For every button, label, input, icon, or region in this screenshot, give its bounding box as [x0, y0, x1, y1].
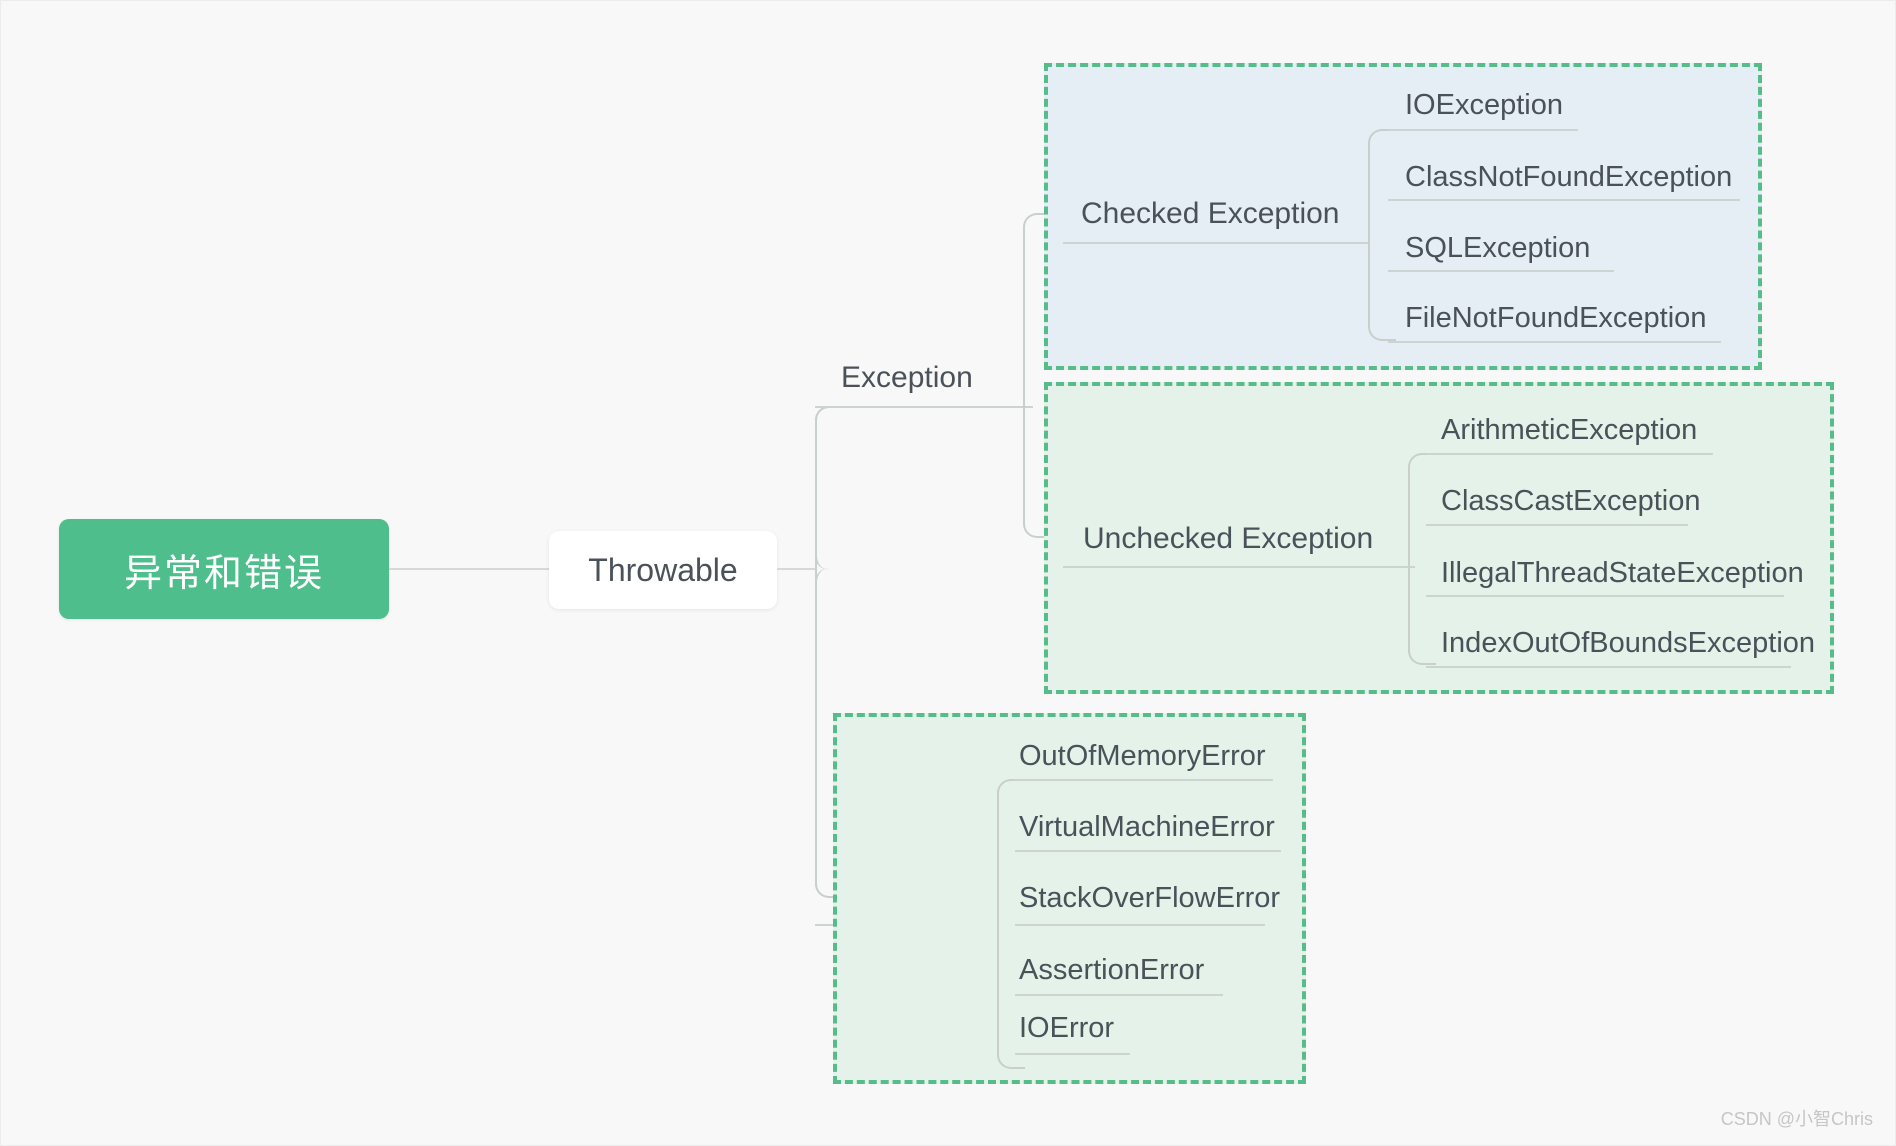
leaf-underline-indexoutofboundsexception [1426, 666, 1791, 668]
watermark: CSDN @小智Chris [1720, 1109, 1873, 1129]
group-label-unchecked-exception[interactable]: Unchecked Exception [1083, 524, 1373, 554]
root-node[interactable]: 异常和错误 [59, 519, 389, 619]
leaf-underline-ioexception [1388, 129, 1578, 131]
leaf-label-sqlexception[interactable]: SQLException [1405, 234, 1590, 263]
leaf-label-filenotfoundexception[interactable]: FileNotFoundException [1405, 304, 1706, 333]
leaf-label-arithmeticexception[interactable]: ArithmeticException [1441, 416, 1697, 445]
leaf-label-stackoverflowerror[interactable]: StackOverFlowError [1019, 884, 1280, 913]
trunk-elbow-exception [815, 406, 877, 570]
leaf-underline-stackoverflowerror [1015, 924, 1265, 926]
leaf-underline-classcastexception [1426, 524, 1688, 526]
leaf-underline-filenotfoundexception [1388, 341, 1721, 343]
leaf-underline-ioerror [1015, 1053, 1130, 1055]
leaf-underline-assertionerror [1015, 994, 1223, 996]
leaf-label-indexoutofboundsexception[interactable]: IndexOutOfBoundsException [1441, 629, 1815, 658]
leaf-label-ioerror[interactable]: IOError [1019, 1014, 1114, 1043]
checked-leaf-bracket [1368, 129, 1396, 341]
leaf-label-assertionerror[interactable]: AssertionError [1019, 956, 1204, 985]
leaf-underline-arithmeticexception [1426, 453, 1713, 455]
throwable-node[interactable]: Throwable [549, 531, 777, 609]
branch-label-exception[interactable]: Exception [841, 363, 973, 393]
unchecked-leaf-bracket [1408, 453, 1436, 665]
mindmap-canvas: 异常和错误 Throwable Exception Checked Except… [0, 0, 1896, 1146]
root-node-label: 异常和错误 [123, 552, 324, 595]
leaf-label-outofmemoryerror[interactable]: OutOfMemoryError [1019, 742, 1266, 771]
leaf-underline-outofmemoryerror [1015, 779, 1273, 781]
leaf-underline-virtualmachineerror [1015, 850, 1281, 852]
leaf-label-ioexception[interactable]: IOException [1405, 91, 1563, 120]
leaf-underline-classnotfoundexception [1388, 199, 1740, 201]
leaf-underline-illegalthreadstateexception [1426, 595, 1784, 597]
leaf-label-classnotfoundexception[interactable]: ClassNotFoundException [1405, 163, 1732, 192]
leaf-label-virtualmachineerror[interactable]: VirtualMachineError [1019, 813, 1275, 842]
group-underline-checked-exception [1063, 242, 1368, 244]
leaf-underline-sqlexception [1388, 270, 1614, 272]
leaf-label-illegalthreadstateexception[interactable]: IllegalThreadStateException [1441, 559, 1804, 588]
group-underline-unchecked-exception [1063, 566, 1415, 568]
group-label-checked-exception[interactable]: Checked Exception [1081, 199, 1340, 229]
branch-underline-exception [815, 406, 1033, 408]
connector-throwable-stub [777, 568, 815, 570]
leaf-label-classcastexception[interactable]: ClassCastException [1441, 487, 1701, 516]
connector-root-to-throwable [389, 568, 549, 570]
throwable-node-label: Throwable [588, 551, 738, 588]
